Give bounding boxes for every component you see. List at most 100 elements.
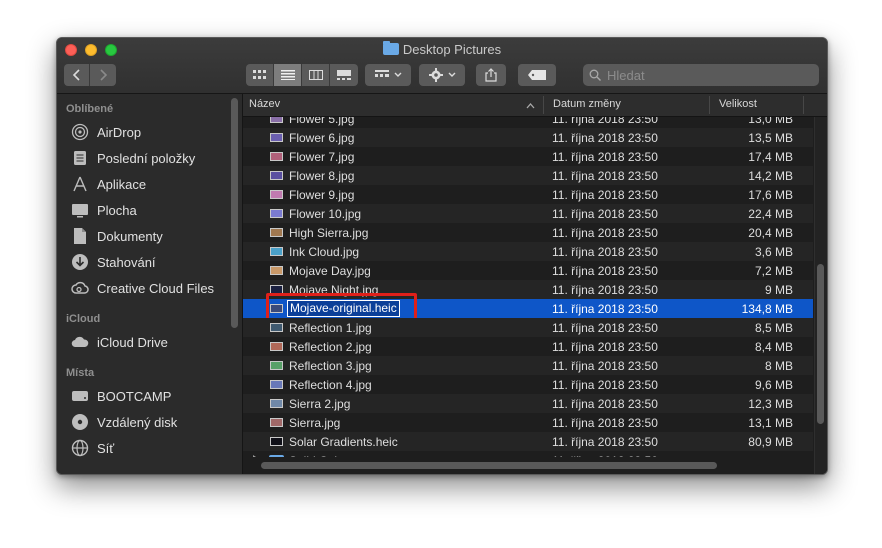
column-divider[interactable] — [709, 96, 710, 114]
share-button[interactable] — [476, 64, 506, 86]
icon-view-button[interactable] — [246, 64, 274, 86]
file-date: 11. října 2018 23:50 — [552, 397, 658, 411]
file-row[interactable]: Reflection 2.jpg 11. října 2018 23:50 8,4 … — [243, 337, 813, 356]
file-name: Reflection 1.jpg — [289, 321, 372, 335]
file-row[interactable]: Reflection 4.jpg 11. října 2018 23:50 9,6 … — [243, 375, 813, 394]
back-button[interactable] — [64, 64, 90, 86]
chevron-left-icon — [72, 69, 80, 81]
applications-icon — [71, 175, 89, 193]
column-view-button[interactable] — [302, 64, 330, 86]
list-icon — [280, 70, 295, 80]
finder-window: Desktop Pictures Hledat Oblíbené AirDrop… — [56, 37, 828, 475]
nav-buttons — [64, 64, 116, 86]
file-size: 8,4 MB — [754, 340, 793, 354]
file-date: 11. října 2018 23:50 — [552, 207, 658, 221]
sidebar-item-bootcamp[interactable]: BOOTCAMP — [71, 385, 171, 407]
chevron-down-icon — [448, 72, 455, 77]
column-header: Název Datum změny Velikost — [243, 94, 827, 117]
group-icon — [374, 70, 389, 77]
file-row[interactable]: Flower 10.jpg 11. října 2018 23:50 22,4 MB — [243, 204, 813, 223]
file-row[interactable]: High Sierra.jpg 11. října 2018 23:50 20,4 … — [243, 223, 813, 242]
file-row[interactable]: Solar Gradients.heic 11. října 2018 23:50… — [243, 432, 813, 451]
image-thumbnail-icon — [270, 228, 283, 237]
file-name: Flower 8.jpg — [289, 169, 355, 183]
tag-icon — [528, 70, 546, 80]
sidebar-item-label: Aplikace — [97, 176, 147, 192]
column-divider[interactable] — [543, 96, 544, 114]
sidebar-scrollbar[interactable] — [231, 98, 238, 328]
sidebar-item-documents[interactable]: Dokumenty — [71, 225, 163, 247]
sidebar-section-favorites: Oblíbené — [66, 103, 114, 115]
folder-row[interactable]: Solid Colors 11. října 2018 23:50 -- — [243, 451, 813, 457]
file-row[interactable]: Flower 7.jpg 11. října 2018 23:50 17,4 MB — [243, 147, 813, 166]
file-row[interactable]: Flower 9.jpg 11. října 2018 23:50 17,6 MB — [243, 185, 813, 204]
sidebar-item-icloud-drive[interactable]: iCloud Drive — [71, 331, 168, 353]
image-thumbnail-icon — [270, 117, 283, 123]
sidebar-section-icloud: iCloud — [66, 313, 101, 325]
file-name: Reflection 2.jpg — [289, 340, 372, 354]
file-row[interactable]: Flower 6.jpg 11. října 2018 23:50 13,5 MB — [243, 128, 813, 147]
sidebar-item-downloads[interactable]: Stahování — [71, 251, 156, 273]
file-name: Flower 5.jpg — [289, 117, 355, 126]
gallery-view-button[interactable] — [330, 64, 358, 86]
file-size: 9 MB — [764, 283, 793, 297]
vertical-scrollbar[interactable] — [817, 264, 824, 424]
column-size-header[interactable]: Velikost — [719, 98, 757, 110]
image-thumbnail-icon — [270, 323, 283, 332]
file-date: 11. října 2018 23:50 — [552, 283, 658, 297]
file-name: Solar Gradients.heic — [289, 435, 398, 449]
sidebar-item-applications[interactable]: Aplikace — [71, 173, 146, 195]
file-size: 13,1 MB — [748, 416, 793, 430]
airdrop-icon — [71, 123, 89, 141]
image-thumbnail-icon — [270, 266, 283, 275]
image-thumbnail-icon — [270, 171, 283, 180]
image-thumbnail-icon — [270, 152, 283, 161]
image-thumbnail-icon — [270, 418, 283, 427]
file-date: 11. října 2018 23:50 — [552, 131, 658, 145]
file-row[interactable]: Flower 5.jpg 11. října 2018 23:50 13,0 MB — [243, 117, 813, 128]
file-row[interactable]: Reflection 3.jpg 11. října 2018 23:50 8 MB — [243, 356, 813, 375]
file-row[interactable]: Ink Cloud.jpg 11. října 2018 23:50 3,6 MB — [243, 242, 813, 261]
search-input[interactable] — [605, 66, 809, 84]
sidebar-item-recents[interactable]: Poslední položky — [71, 147, 195, 169]
horizontal-scrollbar[interactable] — [261, 462, 717, 469]
file-row[interactable]: Mojave Day.jpg 11. října 2018 23:50 7,2 MB — [243, 261, 813, 280]
disclosure-triangle-icon[interactable] — [253, 455, 259, 457]
chevron-down-icon — [394, 72, 401, 77]
sidebar-item-remote-disc[interactable]: Vzdálený disk — [71, 411, 177, 433]
file-row[interactable]: Flower 8.jpg 11. října 2018 23:50 14,2 MB — [243, 166, 813, 185]
file-date: 11. října 2018 23:50 — [552, 435, 658, 449]
file-size: 22,4 MB — [748, 207, 793, 221]
list-view-button[interactable] — [274, 64, 302, 86]
sidebar-item-network[interactable]: Síť — [71, 437, 114, 459]
file-name: Sierra.jpg — [289, 416, 341, 430]
gallery-icon — [337, 70, 351, 80]
image-thumbnail-icon — [270, 380, 283, 389]
file-row[interactable]: Sierra.jpg 11. října 2018 23:50 13,1 MB — [243, 413, 813, 432]
column-name-header[interactable]: Název — [249, 98, 280, 110]
file-row[interactable]: Mojave-original.heic 11. října 2018 23:50… — [243, 293, 813, 323]
file-size: 9,6 MB — [754, 378, 793, 392]
sidebar-item-creative-cloud[interactable]: Creative Cloud Files — [71, 277, 214, 299]
action-button[interactable] — [419, 64, 465, 86]
tags-button[interactable] — [518, 64, 556, 86]
sidebar-item-label: Dokumenty — [97, 228, 163, 244]
file-name: Ink Cloud.jpg — [289, 245, 360, 259]
search-field[interactable] — [583, 64, 819, 86]
file-date: 11. října 2018 23:50 — [552, 245, 658, 259]
file-size: 134,8 MB — [741, 302, 793, 316]
sort-ascending-icon — [526, 103, 535, 109]
column-date-header[interactable]: Datum změny — [553, 98, 621, 110]
image-thumbnail-icon — [270, 190, 283, 199]
folder-icon — [382, 41, 399, 55]
group-by-button[interactable] — [365, 64, 411, 86]
file-row[interactable]: Sierra 2.jpg 11. října 2018 23:50 12,3 MB — [243, 394, 813, 413]
file-row[interactable]: Reflection 1.jpg 11. října 2018 23:50 8,5 … — [243, 318, 813, 337]
sidebar: Oblíbené AirDrop Poslední položky Aplika… — [57, 94, 243, 474]
file-size: 17,6 MB — [748, 188, 793, 202]
file-name: Sierra 2.jpg — [289, 397, 351, 411]
sidebar-item-desktop[interactable]: Plocha — [71, 199, 137, 221]
remote-disc-icon — [71, 413, 89, 431]
sidebar-item-airdrop[interactable]: AirDrop — [71, 121, 141, 143]
forward-button[interactable] — [90, 64, 116, 86]
